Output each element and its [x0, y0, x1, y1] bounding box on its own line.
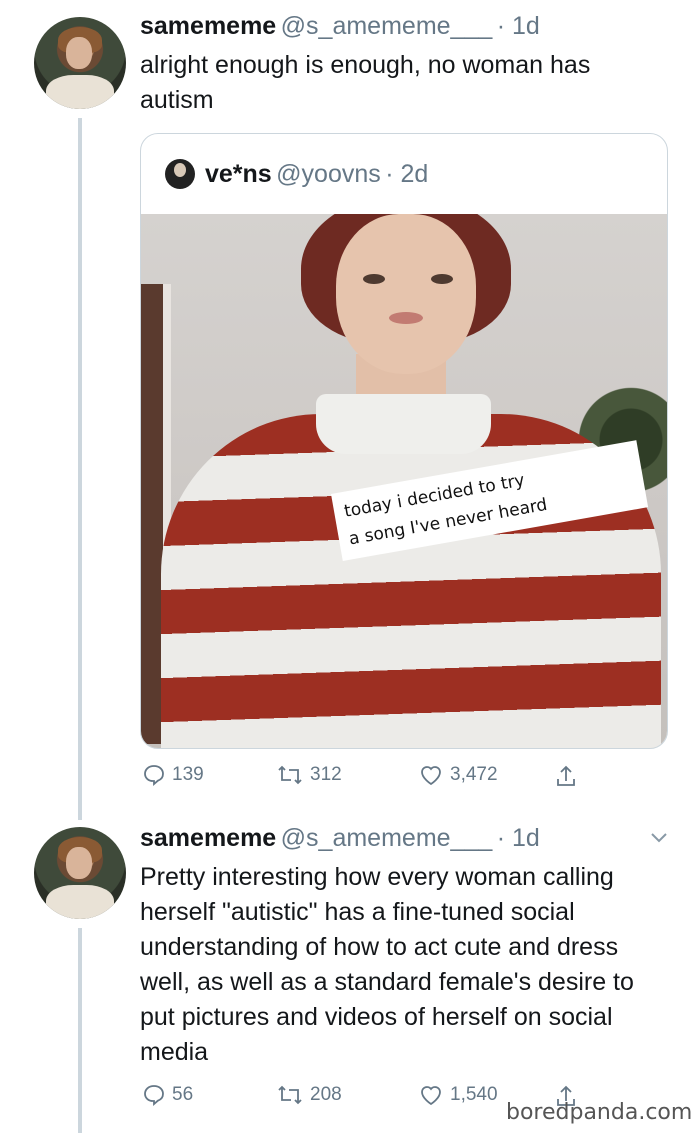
like-button[interactable]: 3,472: [418, 763, 498, 787]
tweet-header: samememe @s_amememe___ · 1d: [140, 12, 540, 41]
quoted-tweet-card[interactable]: ve*ns @yoovns · 2d today i decided to tr…: [140, 133, 668, 749]
like-icon: [421, 766, 441, 786]
display-name[interactable]: samememe: [140, 12, 276, 40]
quoted-avatar: [165, 159, 195, 189]
retweet-icon: [278, 765, 302, 785]
quoted-timestamp: · 2d: [385, 160, 429, 188]
thread-line: [78, 928, 82, 1133]
share-button[interactable]: [554, 763, 578, 789]
quoted-display-name: ve*ns: [205, 160, 272, 188]
reply-button[interactable]: 56: [142, 1083, 193, 1107]
timestamp[interactable]: · 1d: [497, 12, 540, 40]
quoted-video[interactable]: today i decided to try a song I've never…: [141, 214, 667, 748]
watermark: boredpanda.com: [506, 1100, 693, 1125]
like-button[interactable]: 1,540: [418, 1083, 498, 1107]
tweet-actions: 139 312 3,472: [142, 763, 662, 793]
chevron-down-icon[interactable]: [648, 826, 670, 848]
reply-icon: [144, 1085, 164, 1106]
reply-icon: [144, 765, 164, 786]
retweet-button[interactable]: 312: [276, 763, 342, 787]
like-icon: [421, 1086, 441, 1106]
reply-button[interactable]: 139: [142, 763, 204, 787]
avatar[interactable]: [34, 17, 126, 109]
quoted-header: ve*ns @yoovns · 2d: [205, 160, 428, 189]
display-name[interactable]: samememe: [140, 824, 276, 852]
quoted-user-handle: @yoovns: [276, 160, 381, 188]
reply-count: 56: [172, 1084, 194, 1105]
user-handle[interactable]: @s_amememe___: [281, 12, 493, 40]
like-count: 3,472: [450, 764, 498, 785]
retweet-count: 312: [310, 764, 342, 785]
user-handle[interactable]: @s_amememe___: [281, 824, 493, 852]
avatar[interactable]: [34, 827, 126, 919]
tweet-text: Pretty interesting how every woman calli…: [140, 863, 634, 1066]
retweet-icon: [278, 1085, 302, 1105]
retweet-button[interactable]: 208: [276, 1083, 342, 1107]
timestamp[interactable]: · 1d: [497, 824, 540, 852]
share-icon: [557, 765, 575, 786]
thread-line: [78, 118, 82, 820]
reply-count: 139: [172, 764, 204, 785]
retweet-count: 208: [310, 1084, 342, 1105]
tweet-header: samememe @s_amememe___ · 1d: [140, 824, 540, 853]
like-count: 1,540: [450, 1084, 498, 1105]
tweet-text: alright enough is enough, no woman has a…: [140, 51, 591, 114]
